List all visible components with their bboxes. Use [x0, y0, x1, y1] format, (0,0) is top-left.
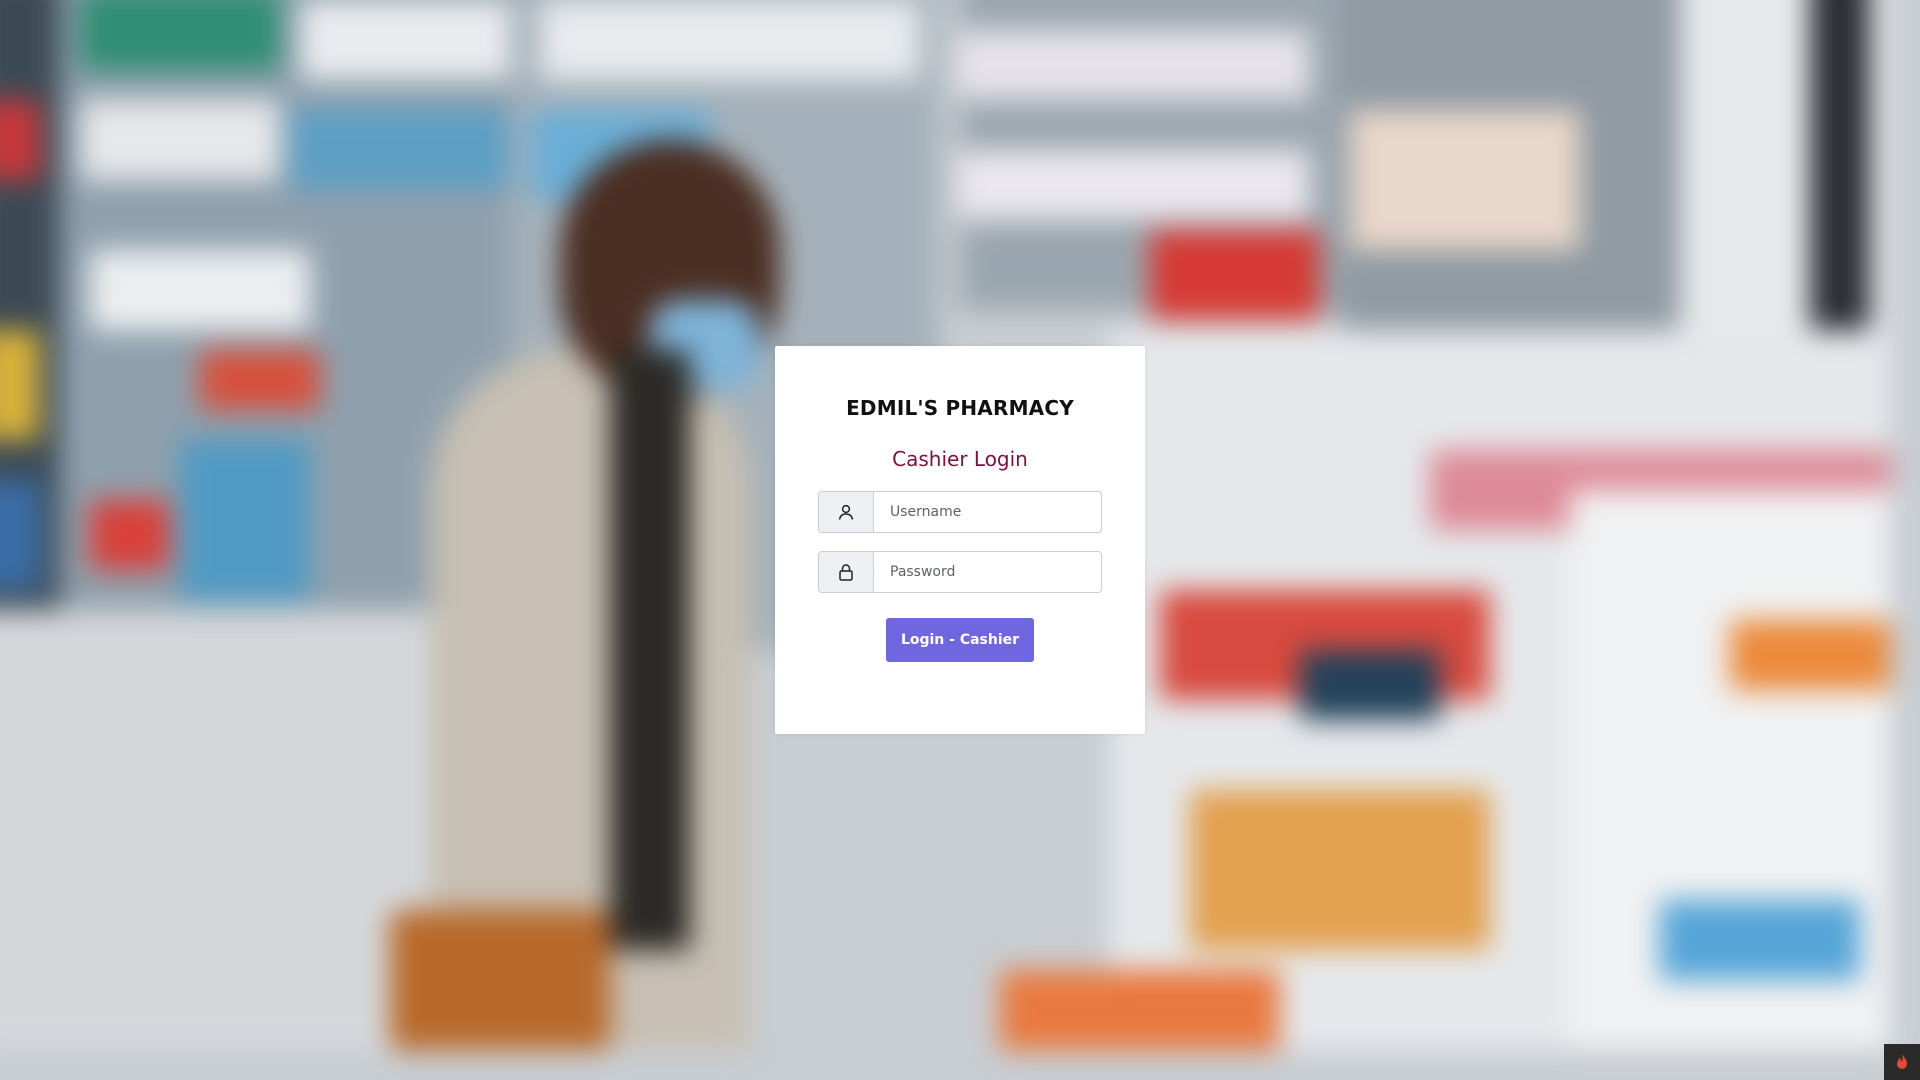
user-icon — [819, 492, 874, 532]
login-card: EDMIL'S PHARMACY Cashier Login Login - C… — [775, 346, 1145, 734]
password-field-group — [818, 551, 1102, 593]
store-name: EDMIL'S PHARMACY — [846, 396, 1074, 420]
flame-icon[interactable] — [1884, 1044, 1920, 1080]
login-heading: Cashier Login — [892, 447, 1028, 471]
username-input[interactable] — [874, 492, 1101, 532]
login-cashier-button[interactable]: Login - Cashier — [886, 618, 1034, 662]
password-input[interactable] — [874, 552, 1101, 592]
username-field-group — [818, 491, 1102, 533]
lock-icon — [819, 552, 874, 592]
